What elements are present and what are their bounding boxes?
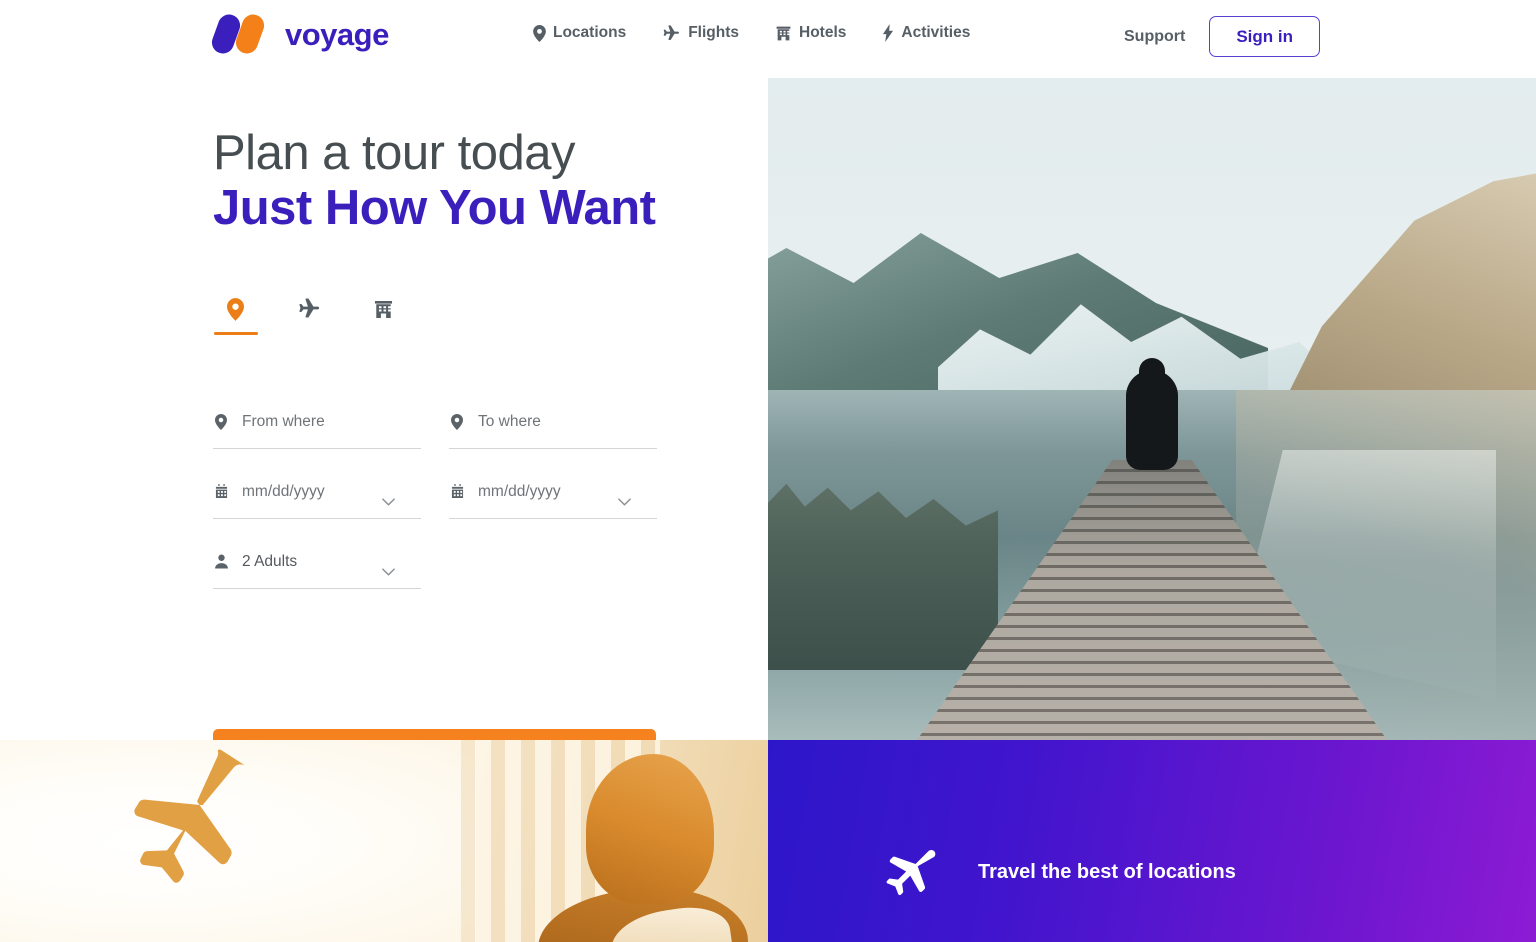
person-icon: [215, 554, 231, 569]
airplane-icon: [662, 24, 681, 42]
form-row-travelers: 2 Adults: [213, 543, 673, 589]
hotel-building-icon: [373, 299, 394, 320]
calendar-icon: [215, 484, 231, 499]
nav-item-flights[interactable]: Flights: [662, 24, 739, 42]
nav-item-locations[interactable]: Locations: [533, 24, 626, 42]
to-where-field[interactable]: To where: [449, 403, 657, 449]
airplane-icon: [882, 844, 938, 900]
brand-name: voyage: [285, 16, 389, 52]
headline-line-1: Plan a tour today: [213, 126, 575, 180]
hotel-building-icon: [775, 25, 792, 42]
tab-locations[interactable]: [213, 288, 258, 335]
map-pin-icon: [533, 24, 546, 42]
search-panel: Plan a tour today Just How You Want From…: [0, 78, 768, 771]
lightning-bolt-icon: [882, 24, 894, 42]
package-search-form: From where To where mm/dd/yyyy mm/dd/yyy…: [213, 403, 673, 613]
main-navigation: Locations Flights Hotels Activities: [533, 24, 970, 42]
return-date-field[interactable]: mm/dd/yyyy: [449, 473, 657, 519]
promo-banner-content: Travel the best of locations: [882, 844, 1236, 900]
tab-hotels[interactable]: [361, 288, 406, 330]
promo-banner: Travel the best of locations: [768, 740, 1536, 942]
brand-logo[interactable]: voyage: [208, 11, 389, 57]
nav-item-hotels[interactable]: Hotels: [775, 24, 846, 42]
landing-page: voyage Locations Flights Hotels Activiti…: [0, 0, 1536, 942]
page-title: Plan a tour today Just How You Want: [213, 126, 733, 236]
nav-label-locations: Locations: [553, 24, 627, 41]
tab-flights[interactable]: [287, 288, 332, 330]
hero-person-head: [1139, 358, 1165, 388]
promo-banner-text: Travel the best of locations: [978, 860, 1236, 883]
form-row-dates: mm/dd/yyyy mm/dd/yyyy: [213, 473, 673, 519]
form-row-locations: From where To where: [213, 403, 673, 449]
search-type-tabs: [213, 288, 406, 335]
nav-label-hotels: Hotels: [799, 24, 847, 41]
map-pin-icon: [227, 297, 244, 321]
chevron-down-icon[interactable]: [382, 498, 395, 506]
headline-line-2: Just How You Want: [213, 180, 656, 235]
header-actions: Support Sign in: [1124, 16, 1320, 57]
calendar-icon: [451, 484, 467, 499]
chevron-down-icon[interactable]: [618, 498, 631, 506]
passenger-head: [586, 754, 714, 904]
map-pin-icon: [451, 413, 467, 430]
sign-in-button[interactable]: Sign in: [1209, 16, 1320, 57]
to-where-placeholder: To where: [478, 412, 541, 430]
travelers-field[interactable]: 2 Adults: [213, 543, 421, 589]
from-where-placeholder: From where: [242, 412, 325, 430]
site-header: voyage Locations Flights Hotels Activiti…: [0, 0, 1536, 78]
window-seat-passenger: [538, 752, 748, 942]
airplane-icon: [297, 298, 322, 320]
from-where-field[interactable]: From where: [213, 403, 421, 449]
nav-label-activities: Activities: [901, 24, 971, 41]
nav-item-activities[interactable]: Activities: [882, 24, 970, 42]
voyage-logo-icon: [208, 11, 273, 57]
hero-image-lake-dock: [768, 78, 1536, 740]
support-link[interactable]: Support: [1124, 28, 1185, 46]
depart-date-field[interactable]: mm/dd/yyyy: [213, 473, 421, 519]
bottom-image-airport-window: [0, 740, 768, 942]
nav-label-flights: Flights: [688, 24, 740, 41]
chevron-down-icon[interactable]: [382, 568, 395, 576]
map-pin-icon: [215, 413, 231, 430]
